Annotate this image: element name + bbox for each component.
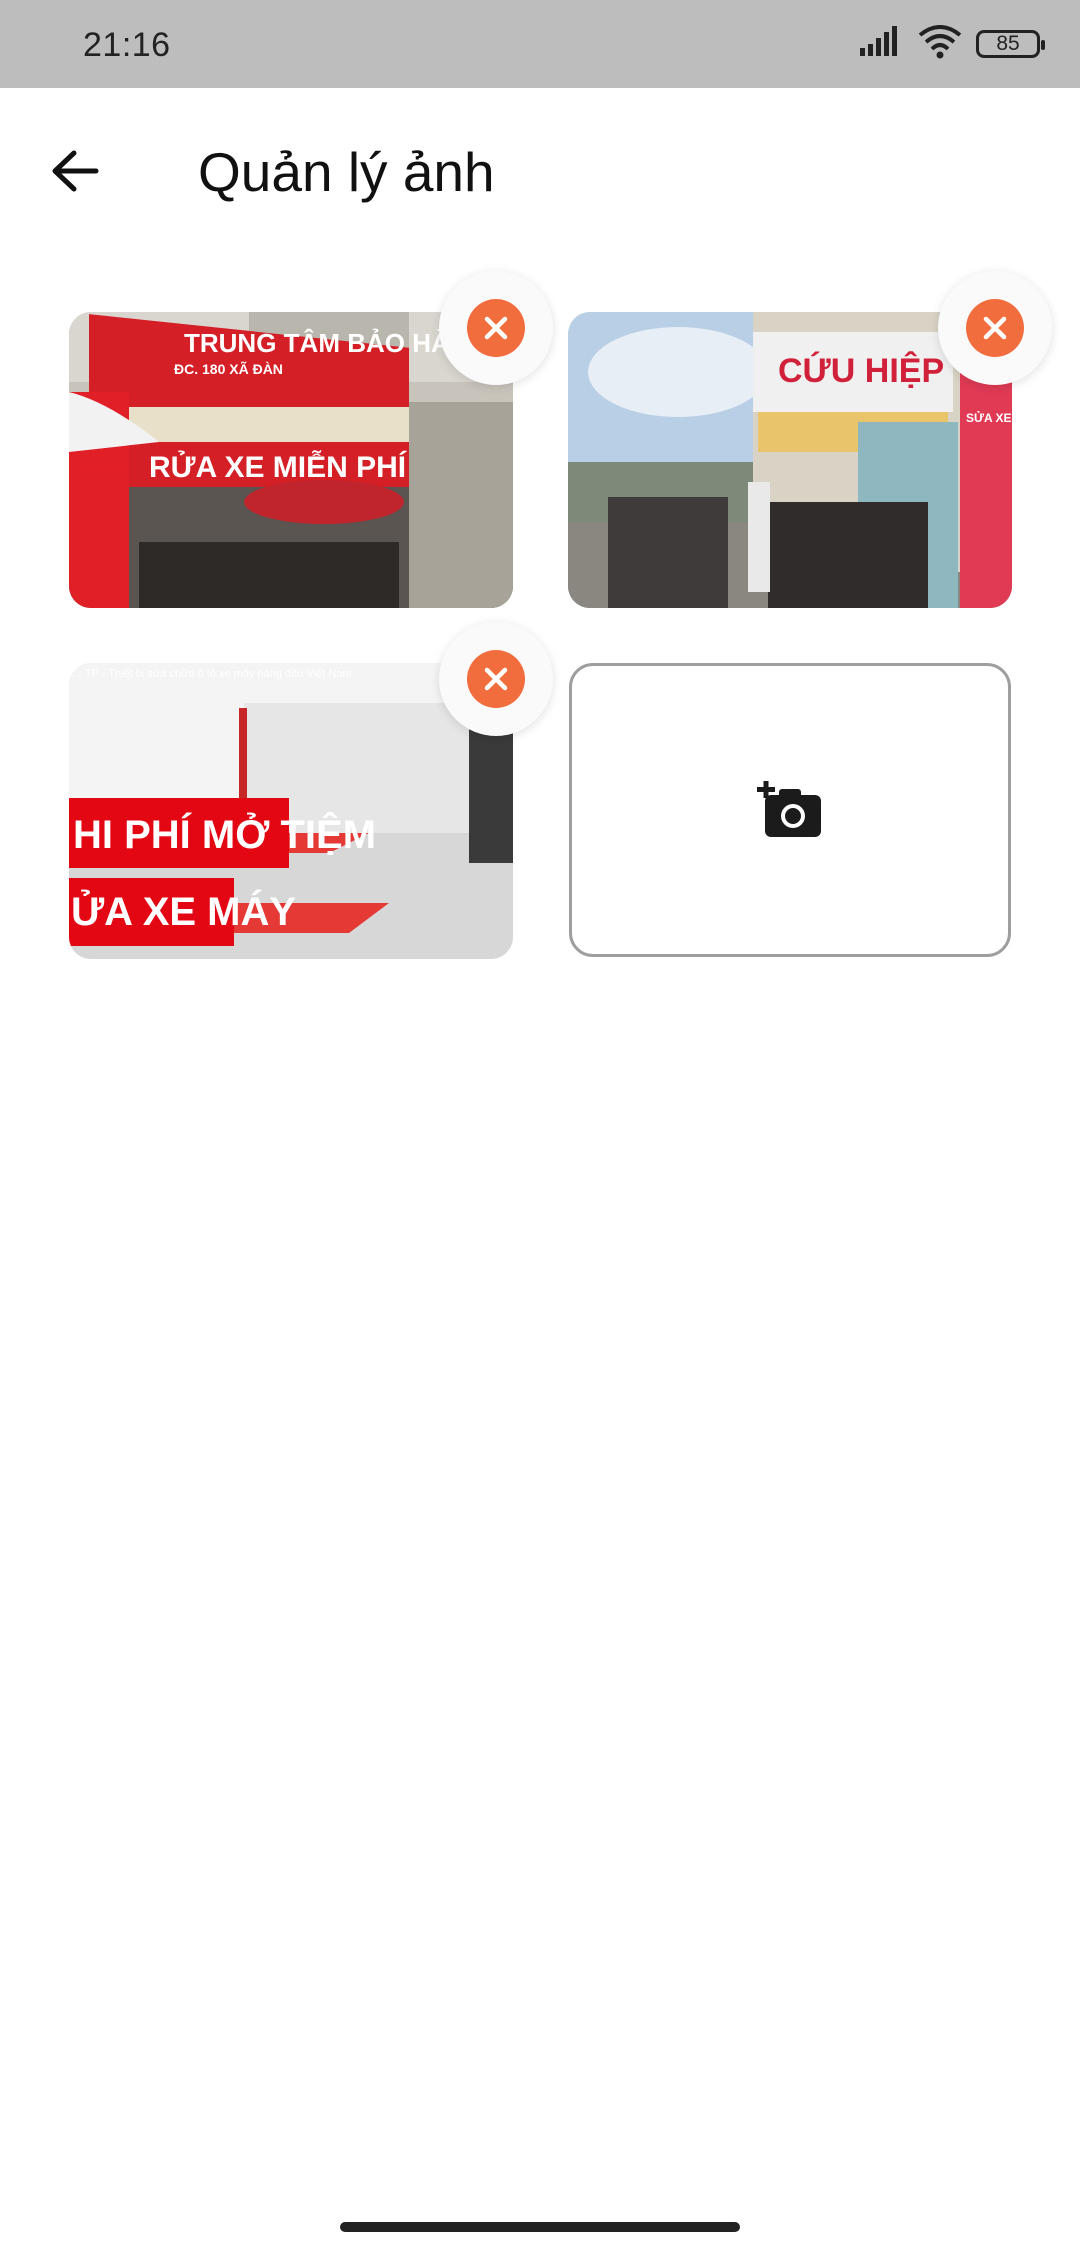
page-title: Quản lý ảnh <box>198 141 495 203</box>
remove-photo-3-button[interactable] <box>439 622 553 736</box>
status-icons: 85 <box>860 24 1045 64</box>
photo2-sign-main: CỨU HIỆP <box>778 352 944 390</box>
app-bar: Quản lý ảnh <box>0 88 1080 258</box>
remove-circle <box>467 299 525 357</box>
remove-photo-1-button[interactable] <box>439 271 553 385</box>
photo3-line1: HI PHÍ MỞ TIỆM <box>73 811 376 857</box>
remove-photo-2-button[interactable] <box>938 271 1052 385</box>
photo1-sign-promo: RỬA XE MIỄN PHÍ <box>149 450 407 484</box>
photo3-line2: ỬA XE MÁY <box>71 888 296 934</box>
photo1-sign-brand: HONDA <box>75 459 126 475</box>
add-photo-button[interactable] <box>569 663 1011 957</box>
close-icon <box>983 316 1007 340</box>
arrow-left-icon <box>52 150 99 192</box>
photo2-side-sign: SỬA XE HONDA <box>966 410 1012 425</box>
home-indicator <box>340 2222 740 2232</box>
back-button[interactable] <box>40 136 110 206</box>
battery-level: 85 <box>996 32 1020 55</box>
photo1-sign-addr: ĐC. 180 XÃ ĐÀN <box>174 360 283 377</box>
signal-icon <box>860 25 904 63</box>
status-bar: 21:16 85 <box>0 0 1080 88</box>
close-icon <box>484 316 508 340</box>
add-camera-icon <box>757 781 821 837</box>
battery-icon: 85 <box>976 30 1045 58</box>
remove-circle <box>467 650 525 708</box>
remove-circle <box>966 299 1024 357</box>
status-time: 21:16 <box>83 26 171 64</box>
wifi-icon <box>918 24 962 64</box>
photo3-top-text: … TP - Thiết bị sửa chữa ô tô xe máy hàn… <box>71 668 352 680</box>
close-icon <box>484 667 508 691</box>
